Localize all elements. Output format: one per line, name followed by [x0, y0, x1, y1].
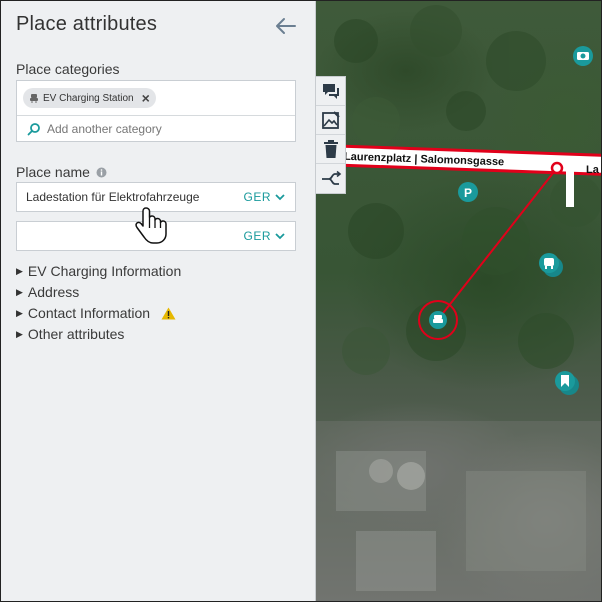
language-select[interactable]: GER: [243, 190, 295, 204]
expander-contact-info[interactable]: ▶ Contact Information: [16, 305, 176, 321]
expander-ev-charging-info[interactable]: ▶ EV Charging Information: [16, 263, 181, 279]
comment-icon: [322, 84, 339, 99]
place-name-label: Place name: [16, 164, 90, 180]
expander-label: Address: [27, 284, 80, 300]
expander-other-attributes[interactable]: ▶ Other attributes: [16, 326, 124, 342]
second-language-select[interactable]: GER: [243, 229, 295, 243]
link-line: [439, 167, 558, 318]
warning-icon: [161, 307, 176, 319]
category-chip-label: EV Charging Station: [43, 92, 134, 104]
second-language-label: GER: [243, 229, 271, 243]
remove-category-button[interactable]: ×: [142, 91, 150, 105]
map-overlay: Laurenzplatz | Salomonsgasse La P: [316, 5, 601, 601]
camera-poi-icon[interactable]: [573, 46, 593, 66]
add-category-placeholder: Add another category: [47, 122, 162, 136]
categories-box: EV Charging Station × Add another catego…: [16, 80, 296, 142]
bookmark-poi-icon[interactable]: [555, 371, 579, 395]
street-label-right: La: [586, 164, 600, 176]
category-chip: EV Charging Station ×: [23, 88, 156, 108]
info-icon[interactable]: [96, 167, 107, 178]
trash-icon: [323, 140, 338, 158]
divider: [17, 115, 295, 116]
place-name-label-row: Place name: [16, 164, 107, 180]
expand-triangle-icon: ▶: [16, 265, 23, 276]
comment-tool-button[interactable]: [316, 77, 345, 106]
svg-text:P: P: [464, 186, 472, 200]
image-edit-icon: [321, 111, 340, 129]
chevron-down-icon: [275, 232, 285, 239]
categories-label: Place categories: [16, 61, 120, 77]
chevron-down-icon: [275, 193, 285, 200]
language-label: GER: [243, 190, 271, 204]
parking-poi-icon[interactable]: P: [458, 182, 478, 202]
link-node[interactable]: [550, 161, 564, 175]
panel-title: Place attributes: [16, 13, 158, 35]
transit-poi-icon[interactable]: [539, 253, 563, 277]
ev-charging-icon: [30, 94, 38, 103]
expander-label: EV Charging Information: [27, 263, 182, 279]
expander-label: Other attributes: [27, 326, 125, 342]
image-edit-tool-button[interactable]: [316, 106, 345, 135]
expander-address[interactable]: ▶ Address: [16, 284, 79, 300]
back-arrow-icon[interactable]: [273, 13, 299, 39]
delete-tool-button[interactable]: [316, 135, 345, 164]
app-window: Place attributes Place categories EV Cha…: [0, 0, 602, 602]
expand-triangle-icon: ▶: [16, 328, 23, 339]
satellite-map[interactable]: Laurenzplatz | Salomonsgasse La P: [316, 1, 601, 601]
expand-triangle-icon: ▶: [16, 307, 23, 318]
hand-cursor-icon: [135, 207, 167, 244]
add-category-input[interactable]: Add another category: [27, 120, 292, 138]
search-icon: [27, 123, 40, 136]
route-split-icon: [321, 170, 341, 185]
building-area: [316, 421, 601, 601]
route-split-tool-button[interactable]: [316, 164, 345, 193]
expand-triangle-icon: ▶: [16, 286, 23, 297]
place-name-value[interactable]: Ladestation für Elektrofahrzeuge: [17, 190, 243, 204]
place-attributes-panel: Place attributes Place categories EV Cha…: [1, 1, 316, 601]
map-toolbar: [316, 76, 346, 194]
ev-charging-poi-icon[interactable]: [429, 311, 447, 329]
expander-label: Contact Information: [27, 305, 151, 321]
